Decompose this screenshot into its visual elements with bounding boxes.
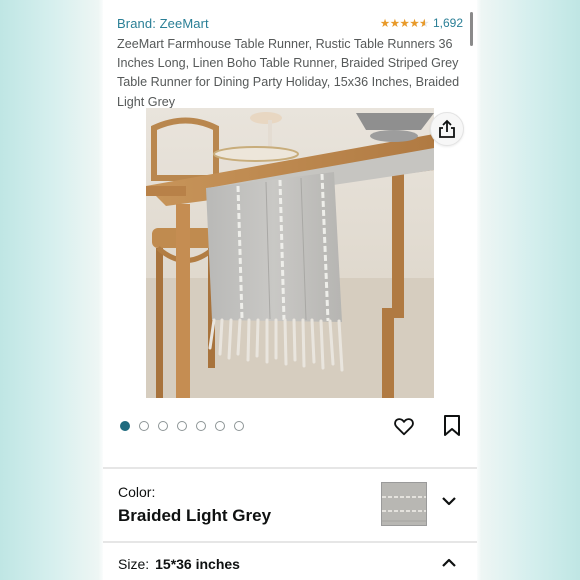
share-icon (439, 119, 455, 138)
save-button[interactable] (443, 414, 461, 438)
color-swatch[interactable] (381, 482, 427, 526)
brand-link[interactable]: Brand: ZeeMart (117, 16, 209, 31)
product-header: Brand: ZeeMart ★★★★★ ★ 1,692 (117, 14, 463, 32)
chevron-down-icon (442, 497, 456, 506)
favorite-button[interactable] (393, 415, 415, 437)
scrollbar[interactable] (470, 12, 473, 46)
color-value: Braided Light Grey (118, 506, 272, 525)
carousel-dot[interactable] (120, 421, 130, 431)
size-row[interactable]: Size: 15*36 inches (118, 556, 240, 572)
product-page: Brand: ZeeMart ★★★★★ ★ 1,692 ZeeMart Farm… (103, 0, 477, 580)
product-title: ZeeMart Farmhouse Table Runner, Rustic T… (117, 37, 460, 109)
carousel-dot[interactable] (234, 421, 244, 431)
table-runner-photo (146, 108, 434, 398)
star-rating-icon: ★★★★★ ★ (379, 18, 430, 30)
chevron-up-icon (442, 558, 456, 567)
size-label: Size: (118, 556, 150, 572)
product-image[interactable] (146, 108, 434, 398)
carousel-dot[interactable] (215, 421, 225, 431)
carousel-dot[interactable] (158, 421, 168, 431)
carousel-dot[interactable] (177, 421, 187, 431)
carousel-dot[interactable] (196, 421, 206, 431)
color-label: Color: (118, 484, 156, 500)
rating-count[interactable]: 1,692 (433, 16, 463, 30)
divider (103, 467, 477, 469)
share-button[interactable] (430, 112, 464, 146)
swatch-image (382, 483, 426, 525)
divider (103, 541, 477, 543)
heart-icon (394, 418, 414, 436)
size-collapse-button[interactable] (441, 556, 457, 568)
bookmark-icon (444, 415, 460, 436)
carousel-dot[interactable] (139, 421, 149, 431)
rating-summary[interactable]: ★★★★★ ★ 1,692 (380, 16, 463, 30)
image-carousel-dots (120, 421, 244, 431)
size-value: 15*36 inches (155, 556, 240, 572)
color-expand-button[interactable] (441, 494, 457, 506)
